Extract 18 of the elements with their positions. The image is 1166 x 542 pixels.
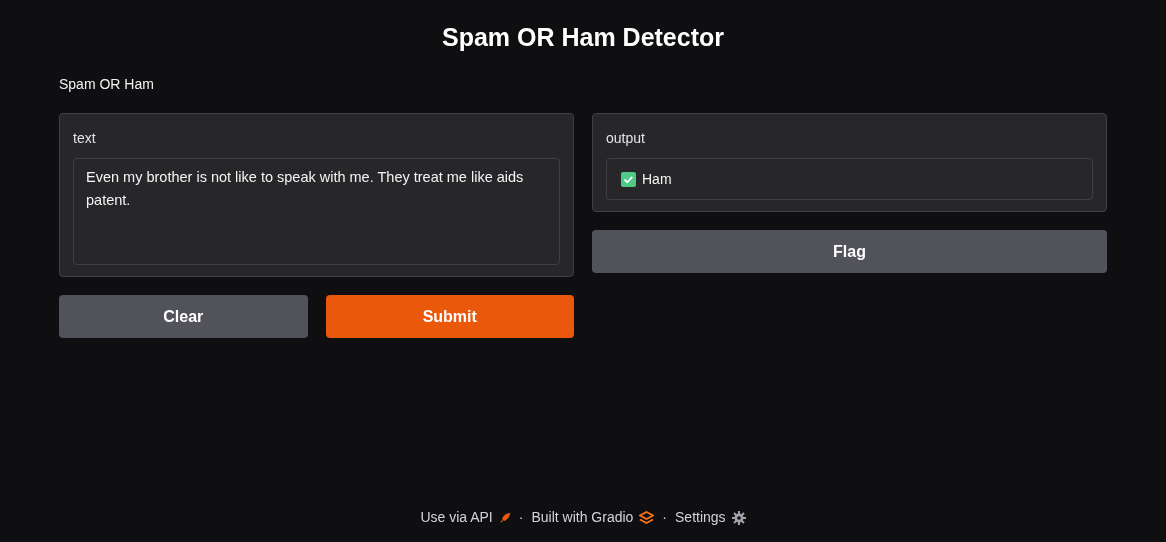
- submit-button[interactable]: Submit: [325, 295, 574, 338]
- text-input-field[interactable]: Even my brother is not like to speak with me. They treat me like aids patent.: [73, 158, 560, 265]
- output-text: Ham: [642, 169, 672, 189]
- separator-dot: ·: [662, 508, 668, 527]
- settings-icon: [731, 510, 746, 525]
- rocket-icon: [498, 511, 511, 524]
- footer-link[interactable]: Use via API: [420, 507, 511, 528]
- settings-link[interactable]: Settings: [675, 507, 746, 528]
- logo-icon: [639, 511, 655, 524]
- description: Spam OR Ham: [59, 75, 154, 94]
- field-label: text: [73, 129, 96, 148]
- secondary-button[interactable]: Flag: [592, 230, 1107, 273]
- footer-link[interactable]: Built with Gradio: [531, 507, 655, 528]
- page-title: Spam OR Ham Detector: [441, 22, 725, 52]
- check-icon: [621, 171, 636, 187]
- separator-dot: ·: [518, 508, 524, 527]
- field-label: output: [606, 129, 645, 148]
- secondary-button[interactable]: Clear: [59, 295, 308, 338]
